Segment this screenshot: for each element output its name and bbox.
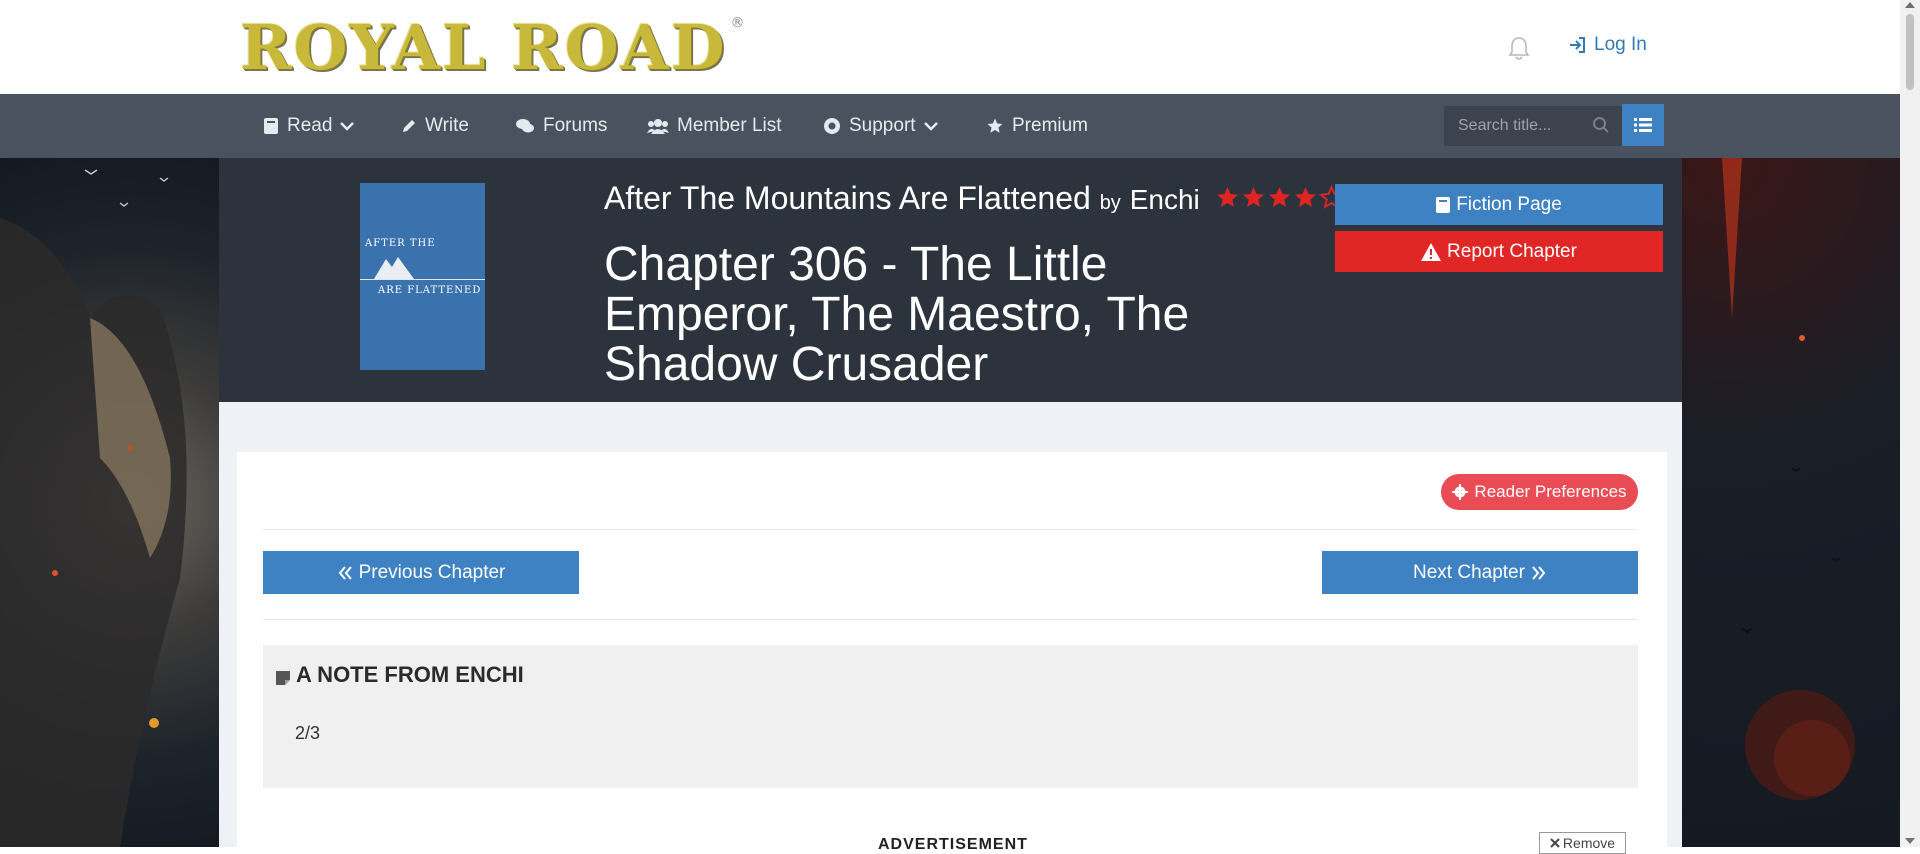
book-icon	[1436, 196, 1451, 213]
site-logo[interactable]: ROYAL ROAD ®	[240, 10, 745, 84]
fiction-page-button[interactable]: Fiction Page	[1335, 184, 1663, 225]
nav-label-member-list: Member List	[677, 115, 782, 136]
nav-label-forums: Forums	[543, 115, 608, 136]
mountain-icon	[374, 257, 414, 279]
gear-icon	[1452, 484, 1469, 500]
fiction-cover-image[interactable]: AFTER THE ARE FLATTENED	[360, 183, 485, 370]
by-label: by	[1099, 192, 1121, 214]
login-link[interactable]: Log In	[1568, 34, 1647, 56]
scrollbar[interactable]	[1900, 0, 1920, 847]
comments-icon	[516, 119, 534, 133]
scroll-up-arrow[interactable]	[1905, 2, 1915, 8]
nav-item-forums[interactable]: Forums	[515, 94, 607, 158]
chevron-down-icon	[340, 122, 355, 131]
star-filled-icon	[1294, 187, 1316, 207]
lifering-icon	[824, 118, 840, 134]
remove-ad-label: Remove	[1562, 835, 1616, 851]
notification-bell-icon[interactable]	[1508, 36, 1530, 62]
double-chevron-right-icon	[1532, 565, 1546, 580]
rating-stars	[1215, 185, 1344, 210]
nav-label-write: Write	[425, 115, 469, 136]
logo-text: ROYAL ROAD	[240, 10, 727, 84]
star-icon	[987, 118, 1003, 133]
cover-text-bottom: ARE FLATTENED	[378, 285, 482, 296]
scrollbar-thumb[interactable]	[1906, 14, 1914, 90]
sign-in-icon	[1570, 37, 1585, 53]
logo-registered-mark: ®	[730, 15, 745, 31]
nav-label-premium: Premium	[1012, 115, 1089, 136]
next-chapter-label: Next Chapter	[1413, 561, 1525, 583]
cover-text-top: AFTER THE	[365, 238, 436, 249]
search-box	[1444, 106, 1622, 146]
star-filled-icon	[1268, 187, 1290, 207]
search-icon[interactable]	[1592, 116, 1610, 134]
chevron-down-icon	[923, 122, 938, 131]
book-icon	[264, 118, 278, 134]
remove-ad-button[interactable]: Remove	[1539, 832, 1626, 854]
double-chevron-left-icon	[338, 565, 352, 580]
nav-label-read: Read	[287, 115, 333, 136]
users-icon	[647, 119, 669, 134]
previous-chapter-button[interactable]: Previous Chapter	[263, 551, 579, 594]
background-art-right	[1682, 158, 1900, 847]
star-filled-icon	[1242, 187, 1264, 207]
search-input[interactable]	[1444, 116, 1580, 136]
divider	[263, 619, 1638, 620]
list-view-button[interactable]	[1622, 104, 1664, 146]
nav-label-support: Support	[849, 115, 916, 136]
advertisement-label: ADVERTISEMENT	[878, 836, 1028, 853]
author-note-body: 2/3	[295, 723, 321, 743]
fiction-title[interactable]: After The Mountains Are Flattened	[604, 180, 1091, 216]
fiction-page-label: Fiction Page	[1456, 193, 1562, 215]
reader-preferences-button[interactable]: Reader Preferences	[1441, 474, 1638, 510]
nav-item-write[interactable]: Write	[401, 94, 469, 158]
sticky-note-icon	[276, 671, 290, 685]
chapter-title: Chapter 306 - The Little Emperor, The Ma…	[604, 238, 1190, 391]
nav-item-read[interactable]: Read	[263, 94, 355, 158]
star-filled-icon	[1216, 187, 1238, 207]
report-chapter-button[interactable]: Report Chapter	[1335, 231, 1663, 272]
list-icon	[1634, 118, 1652, 132]
pencil-icon	[403, 120, 415, 132]
cover-divider	[360, 279, 485, 280]
nav-item-member-list[interactable]: Member List	[647, 94, 782, 158]
warning-icon	[1421, 242, 1442, 261]
next-chapter-button[interactable]: Next Chapter	[1322, 551, 1638, 594]
nav-item-support[interactable]: Support	[823, 94, 938, 158]
report-chapter-label: Report Chapter	[1447, 240, 1577, 262]
login-label: Log In	[1594, 34, 1647, 55]
author-note-title: A NOTE FROM ENCHI	[296, 662, 524, 687]
background-art-left	[0, 158, 219, 847]
divider	[263, 529, 1638, 530]
previous-chapter-label: Previous Chapter	[358, 561, 506, 583]
author-name[interactable]: Enchi	[1130, 184, 1200, 215]
reader-preferences-label: Reader Preferences	[1474, 482, 1627, 501]
scroll-down-arrow[interactable]	[1905, 838, 1915, 844]
nav-item-premium[interactable]: Premium	[986, 94, 1088, 158]
fiction-title-line: After The Mountains Are Flattened by Enc…	[604, 180, 1344, 217]
